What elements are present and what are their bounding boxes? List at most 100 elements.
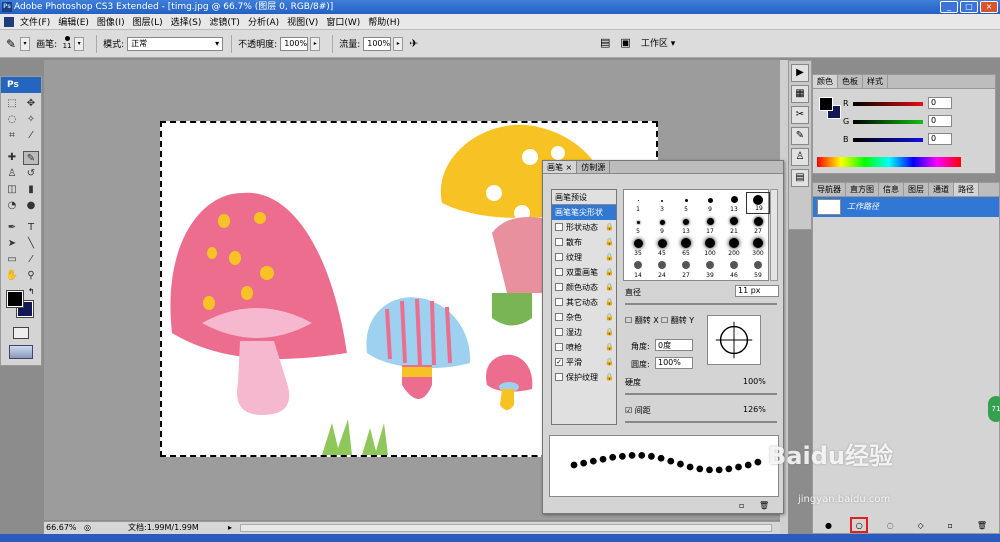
- brushes-icon[interactable]: ✎: [791, 127, 809, 145]
- lasso-tool-icon[interactable]: ◌: [4, 113, 20, 127]
- opacity-slider-button[interactable]: ▸: [310, 36, 321, 51]
- clone-source-icon[interactable]: ♙: [791, 148, 809, 166]
- list-item[interactable]: ✓ 平滑 🔒: [552, 355, 616, 370]
- eyedropper-icon[interactable]: ⁄: [23, 253, 39, 267]
- list-item[interactable]: 喷枪 🔒: [552, 340, 616, 355]
- brush-tip-shape-item[interactable]: 画笔笔尖形状: [552, 205, 616, 220]
- brush-grid-scrollbar[interactable]: [770, 189, 778, 281]
- move-tool-icon[interactable]: ✥: [23, 97, 39, 111]
- tab-paths[interactable]: 路径: [954, 183, 979, 196]
- quick-mask-button[interactable]: [13, 327, 29, 339]
- clone-stamp-icon[interactable]: ♙: [4, 167, 20, 181]
- history-brush-icon[interactable]: ↺: [23, 167, 39, 181]
- brush-tip[interactable]: 17: [698, 214, 722, 236]
- green-slider[interactable]: [853, 120, 923, 124]
- hardness-slider[interactable]: [625, 393, 777, 395]
- horizontal-scrollbar[interactable]: [240, 524, 772, 532]
- red-slider[interactable]: [853, 102, 923, 106]
- brush-tip[interactable]: 3: [650, 192, 674, 214]
- angle-input[interactable]: 0度: [655, 339, 693, 351]
- tab-histogram[interactable]: 直方图: [846, 183, 879, 196]
- blue-value[interactable]: 0: [928, 133, 952, 145]
- load-selection-icon[interactable]: ◌: [887, 521, 894, 530]
- line-tool-icon[interactable]: ╲: [23, 237, 39, 251]
- workspace-button[interactable]: 工作区 ▾: [641, 36, 675, 49]
- list-item[interactable]: 散布 🔒: [552, 235, 616, 250]
- checkbox[interactable]: [555, 283, 563, 291]
- path-selection-icon[interactable]: ➤: [4, 237, 20, 251]
- new-brush-icon[interactable]: ▫: [739, 501, 744, 510]
- menu-analysis[interactable]: 分析(A): [248, 15, 279, 28]
- brush-tip[interactable]: 9: [698, 192, 722, 214]
- brush-tip[interactable]: 65: [674, 236, 698, 258]
- tab-color[interactable]: 颜色: [813, 75, 838, 88]
- make-work-path-icon[interactable]: ◇: [918, 521, 924, 530]
- tool-presets-icon[interactable]: ✂: [791, 106, 809, 124]
- checkbox[interactable]: [555, 373, 563, 381]
- foreground-color-swatch[interactable]: [6, 290, 24, 308]
- blur-tool-icon[interactable]: ◔: [4, 199, 20, 213]
- list-item[interactable]: 其它动态 🔒: [552, 295, 616, 310]
- menu-edit[interactable]: 编辑(E): [58, 15, 89, 28]
- menu-image[interactable]: 图像(I): [97, 15, 125, 28]
- brush-presets-item[interactable]: 画笔预设: [552, 190, 616, 205]
- roundness-input[interactable]: 100%: [655, 357, 693, 369]
- menu-select[interactable]: 选择(S): [171, 15, 202, 28]
- brush-tip[interactable]: 35: [626, 236, 650, 258]
- close-button[interactable]: ×: [980, 1, 998, 13]
- brush-tip[interactable]: 9: [650, 214, 674, 236]
- spacing-slider[interactable]: [625, 421, 777, 423]
- list-item[interactable]: 杂色 🔒: [552, 310, 616, 325]
- gradient-icon[interactable]: ▮: [23, 183, 39, 197]
- flow-slider-button[interactable]: ▸: [393, 36, 404, 51]
- notes-tool-icon[interactable]: ▭: [4, 253, 20, 267]
- green-value[interactable]: 0: [928, 115, 952, 127]
- brush-tip[interactable]: 27: [746, 214, 770, 236]
- brush-tip[interactable]: 27: [674, 258, 698, 280]
- tab-navigator[interactable]: 导航器: [813, 183, 846, 196]
- brush-tip[interactable]: 24: [650, 258, 674, 280]
- notification-badge[interactable]: 71: [988, 396, 1000, 422]
- brush-angle-preview[interactable]: [707, 315, 761, 365]
- zoom-level[interactable]: 66.67%: [44, 522, 84, 534]
- brush-tip[interactable]: 300: [746, 236, 770, 258]
- slice-tool-icon[interactable]: ⁄: [23, 129, 39, 143]
- maximize-button[interactable]: □: [960, 1, 978, 13]
- flow-input[interactable]: 100%: [363, 36, 392, 51]
- checkbox[interactable]: [555, 238, 563, 246]
- checkbox[interactable]: [555, 328, 563, 336]
- brush-tip[interactable]: 13: [722, 192, 746, 214]
- work-path-item[interactable]: 工作路径: [813, 197, 999, 217]
- list-item[interactable]: 湿边 🔒: [552, 325, 616, 340]
- brush-tip[interactable]: 5: [674, 192, 698, 214]
- brush-tip[interactable]: 21: [722, 214, 746, 236]
- brush-tip[interactable]: 59: [746, 258, 770, 280]
- layer-comps-icon[interactable]: ▤: [791, 169, 809, 187]
- tab-clone-source[interactable]: 仿制源: [577, 161, 611, 173]
- tab-brushes[interactable]: 画笔 ×: [543, 161, 578, 173]
- list-item[interactable]: 双重画笔 🔒: [552, 265, 616, 280]
- brush-picker-dropdown[interactable]: ▾: [74, 36, 85, 51]
- panel-foreground-swatch[interactable]: [819, 97, 833, 111]
- tab-layers[interactable]: 图层: [904, 183, 929, 196]
- flip-x-checkbox[interactable]: ☐ 翻转 X: [625, 315, 659, 326]
- eraser-icon[interactable]: ◫: [4, 183, 20, 197]
- screen-mode-button[interactable]: [9, 345, 33, 359]
- history-icon[interactable]: ▦: [791, 85, 809, 103]
- spacing-checkbox[interactable]: ☑ 间距: [625, 405, 651, 416]
- dodge-tool-icon[interactable]: ●: [23, 199, 39, 213]
- brush-tip[interactable]: 46: [722, 258, 746, 280]
- list-item[interactable]: 纹理 🔒: [552, 250, 616, 265]
- status-menu-arrow[interactable]: ▸: [228, 522, 232, 534]
- diameter-input[interactable]: 11 px: [735, 285, 779, 297]
- fill-path-icon[interactable]: ●: [825, 521, 832, 530]
- magic-wand-icon[interactable]: ✧: [23, 113, 39, 127]
- menu-filter[interactable]: 滤镜(T): [209, 15, 240, 28]
- checkbox[interactable]: ✓: [555, 358, 563, 366]
- opacity-input[interactable]: 100%: [280, 36, 309, 51]
- actions-icon[interactable]: ▶: [791, 64, 809, 82]
- marquee-tool-icon[interactable]: ⬚: [4, 97, 20, 111]
- red-value[interactable]: 0: [928, 97, 952, 109]
- stroke-path-icon[interactable]: ○: [849, 516, 868, 533]
- bridge-icon[interactable]: ▣: [620, 36, 630, 49]
